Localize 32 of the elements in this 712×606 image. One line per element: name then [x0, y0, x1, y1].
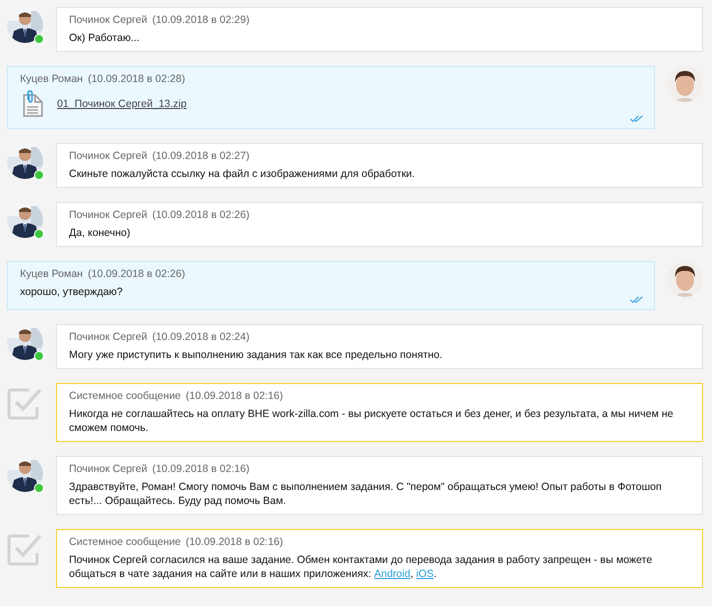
author-name: Починок Сергей: [69, 150, 148, 163]
app-link[interactable]: iOS: [416, 568, 434, 580]
author-name: Починок Сергей: [69, 463, 148, 476]
author-name: Починок Сергей: [69, 209, 148, 222]
message-text: Здравствуйте, Роман! Смогу помочь Вам с выполнением задания. С "пером" обращаться умею! Опыт работы в Фотошоп есть!... Обращайтесь. Буду рад помочь Вам.: [69, 480, 663, 508]
author-name: Починок Сергей: [69, 14, 148, 27]
message-time: (10.09.2018 в 02:24): [152, 331, 250, 344]
author-name: Куцев Роман: [20, 268, 83, 281]
file-attachment-icon: [22, 90, 44, 118]
author-name: Системное сообщение: [69, 536, 181, 549]
message-time: (10.09.2018 в 02:16): [186, 536, 284, 549]
author-name: Системное сообщение: [69, 390, 181, 403]
message-time: (10.09.2018 в 02:26): [88, 268, 186, 281]
author-name: Куцев Роман: [20, 73, 83, 86]
message-text: Скиньте пожалуйста ссылку на файл с изображениями для обработки.: [69, 167, 416, 181]
message-text: Да, конечно): [69, 226, 132, 240]
message-text: Починок Сергей согласился на ваше задание. Обмен контактами до перевода задания в работу запрещен - вы можете общаться в чате задания на сайте или в наших приложениях: Android, iOS.: [69, 553, 654, 581]
message-text: Могу уже приступить к выполнению задания так как все предельно понятно.: [69, 348, 444, 362]
app-link[interactable]: Android: [374, 568, 410, 580]
message-text: хорошо, утверждаю?: [20, 285, 124, 299]
message-text: Никогда не соглашайтесь на оплату ВНЕ work-zilla.com - вы рискуете остаться и без денег, и без результата, а мы ничем не сможем помочь.: [69, 407, 674, 435]
author-name: Починок Сергей: [69, 331, 148, 344]
message-time: (10.09.2018 в 02:26): [152, 209, 250, 222]
message-time: (10.09.2018 в 02:27): [152, 150, 250, 163]
file-link[interactable]: 01_Починок Сергей_13.zip: [57, 98, 187, 110]
message-text: Ок) Работаю...: [69, 31, 140, 45]
checkbox-icon: [7, 387, 43, 421]
message-time: (10.09.2018 в 02:29): [152, 14, 250, 27]
message-time: (10.09.2018 в 02:28): [88, 73, 186, 86]
checkbox-icon: [7, 533, 43, 567]
message-time: (10.09.2018 в 02:16): [186, 390, 284, 403]
message-time: (10.09.2018 в 02:16): [152, 463, 250, 476]
